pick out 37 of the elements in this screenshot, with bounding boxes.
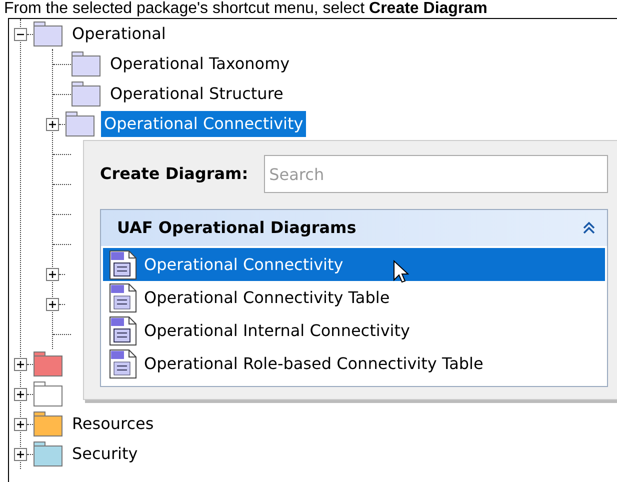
instruction-text: From the selected package's shortcut menu, select Create Diagram <box>3 0 488 18</box>
diagram-file-icon <box>109 282 137 312</box>
collapse-toggle-icon[interactable] <box>14 28 27 40</box>
folder-icon <box>33 381 63 407</box>
expand-toggle-icon[interactable] <box>14 448 27 460</box>
diagram-type-item[interactable]: Operational Connectivity <box>103 248 605 281</box>
search-field[interactable]: Search <box>264 155 608 193</box>
folder-icon <box>71 51 101 77</box>
folder-icon <box>65 111 95 137</box>
expand-toggle-icon[interactable] <box>46 298 59 310</box>
expand-toggle-icon[interactable] <box>14 418 27 430</box>
diagram-type-item[interactable]: Operational Role-based Connectivity Table <box>103 347 605 380</box>
expand-toggle-icon[interactable] <box>46 268 59 280</box>
tree-item[interactable]: Operational <box>69 21 169 47</box>
folder-icon <box>33 411 63 437</box>
collapse-chevron-icon[interactable] <box>583 221 595 235</box>
mouse-pointer-icon <box>393 260 409 284</box>
expand-toggle-icon[interactable] <box>14 388 27 400</box>
diagram-type-item[interactable]: Operational Connectivity Table <box>103 281 605 314</box>
folder-icon <box>33 21 63 47</box>
create-diagram-label: Create Diagram: <box>100 163 248 185</box>
expand-toggle-icon[interactable] <box>46 118 59 130</box>
group-title: UAF Operational Diagrams <box>117 217 356 239</box>
expand-toggle-icon[interactable] <box>14 358 27 370</box>
tree-item[interactable]: Operational Structure <box>107 81 286 107</box>
tree-item[interactable]: Resources <box>69 411 157 437</box>
diagram-type-item[interactable]: Operational Internal Connectivity <box>103 314 605 347</box>
group-header[interactable]: UAF Operational Diagrams <box>101 210 607 246</box>
diagram-file-icon <box>109 250 137 280</box>
folder-icon <box>71 81 101 107</box>
tree-item[interactable]: Security <box>69 441 141 467</box>
diagram-file-icon <box>109 316 137 346</box>
folder-icon <box>33 351 63 377</box>
folder-icon <box>33 441 63 467</box>
tree-item[interactable]: Operational Connectivity <box>101 111 306 137</box>
tree-item[interactable]: Operational Taxonomy <box>107 51 293 77</box>
diagram-file-icon <box>109 348 137 378</box>
